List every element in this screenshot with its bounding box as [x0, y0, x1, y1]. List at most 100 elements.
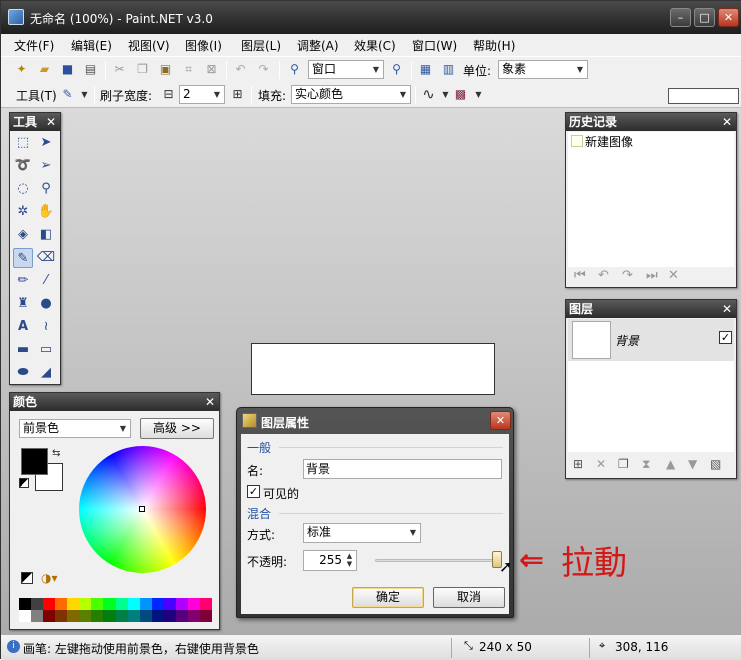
color-picker-icon[interactable]: ⁄ [36, 271, 56, 291]
move-layer-down-icon[interactable]: ▼ [688, 457, 697, 471]
menu-edit[interactable]: 编辑(E) [71, 37, 112, 54]
clone-stamp-icon[interactable]: ♜ [13, 294, 33, 314]
ok-button[interactable]: 确定 [352, 587, 424, 608]
palette-swatch[interactable] [139, 598, 152, 610]
advanced-colors-button[interactable]: 高级 >> [140, 418, 214, 439]
duplicate-layer-icon[interactable]: ❐ [618, 457, 629, 471]
paste-icon[interactable]: ▣ [157, 61, 174, 78]
opacity-spinner-icon[interactable]: ▲ ▼ [344, 552, 355, 569]
add-to-palette-icon[interactable] [21, 572, 33, 584]
close-icon[interactable]: ✕ [46, 113, 56, 131]
paintbrush-icon[interactable]: ✎ [13, 248, 33, 268]
magic-wand-icon[interactable]: ✲ [13, 202, 33, 222]
palette-swatch[interactable] [79, 610, 92, 622]
history-item[interactable]: 新建图像 [571, 133, 633, 149]
palette-swatch[interactable] [127, 610, 140, 622]
undo-icon[interactable]: ↶ [598, 268, 609, 283]
palette-swatch[interactable] [151, 610, 164, 622]
pencil-icon[interactable]: ✏ [13, 271, 33, 291]
palette-swatch[interactable] [67, 598, 80, 610]
tool-menu-label[interactable]: 工具(T) [16, 87, 57, 104]
palette-swatch[interactable] [175, 610, 188, 622]
palette-swatch[interactable] [163, 610, 176, 622]
paintbrush-icon[interactable]: ✎ [59, 86, 76, 103]
gradient-icon[interactable]: ◧ [36, 225, 56, 245]
palette-swatch[interactable] [43, 610, 56, 622]
palette-swatch[interactable] [199, 598, 212, 610]
palette-swatch[interactable] [151, 598, 164, 610]
ruler-icon[interactable]: ▥ [440, 61, 457, 78]
maximize-button[interactable]: □ [694, 8, 715, 27]
move-layer-up-icon[interactable]: ▲ [666, 457, 675, 471]
brush-width-increase-button[interactable]: ⊞ [229, 86, 246, 103]
print-icon[interactable]: ▤ [82, 61, 99, 78]
menu-effects[interactable]: 效果(C) [354, 37, 396, 54]
crop-icon[interactable]: ⌗ [180, 61, 197, 78]
toolbar-text-field[interactable] [668, 88, 739, 104]
freeform-shape-icon[interactable]: ◢ [36, 363, 56, 383]
palette-swatch[interactable] [91, 610, 104, 622]
redo-icon[interactable]: ↷ [622, 268, 633, 283]
palette-swatch[interactable] [103, 598, 116, 610]
chevron-down-icon[interactable]: ▼ [470, 86, 487, 103]
grid-icon[interactable]: ▦ [417, 61, 434, 78]
eraser-icon[interactable]: ⌫ [36, 248, 56, 268]
move-selection-icon[interactable]: ➤ [36, 133, 56, 153]
add-layer-icon[interactable]: ⊞ [573, 457, 583, 471]
rectangle-select-icon[interactable]: ⬚ [13, 133, 33, 153]
image-canvas[interactable] [251, 343, 495, 395]
menu-help[interactable]: 帮助(H) [473, 37, 515, 54]
palette-swatch[interactable] [115, 610, 128, 622]
palette-swatch[interactable] [163, 598, 176, 610]
color-wheel-marker[interactable] [139, 506, 145, 512]
visible-checkbox[interactable]: ✓ [247, 485, 260, 498]
undo-icon[interactable]: ↶ [232, 61, 249, 78]
pan-hand-icon[interactable]: ✋ [36, 202, 56, 222]
palette-swatch[interactable] [139, 610, 152, 622]
rectangle-icon[interactable]: ▬ [13, 340, 33, 360]
dialog-close-button[interactable]: ✕ [490, 411, 511, 430]
palette-swatch[interactable] [55, 610, 68, 622]
palette-swatch[interactable] [91, 598, 104, 610]
deselect-icon[interactable]: ⊠ [203, 61, 220, 78]
palette-swatch[interactable] [43, 598, 56, 610]
title-bar[interactable]: 无命名 (100%) - Paint.NET v3.0 – □ ✕ [1, 1, 741, 34]
ellipse-select-icon[interactable]: ◌ [13, 179, 33, 199]
move-selected-icon[interactable]: ➢ [36, 156, 56, 176]
menu-window[interactable]: 窗口(W) [412, 37, 457, 54]
palette-swatch[interactable] [103, 610, 116, 622]
delete-history-icon[interactable]: ✕ [668, 268, 679, 283]
palette-swatch[interactable] [79, 598, 92, 610]
layer-row[interactable]: 背景 ✓ [568, 319, 734, 361]
menu-layers[interactable]: 图层(L) [241, 37, 281, 54]
palette-swatch[interactable] [19, 598, 32, 610]
palette-swatch[interactable] [199, 610, 212, 622]
new-file-icon[interactable]: ✦ [13, 61, 30, 78]
redo-icon[interactable]: ↷ [255, 61, 272, 78]
ellipse-icon[interactable]: ⬬ [13, 363, 33, 383]
fast-forward-icon[interactable]: ⏭ [646, 268, 658, 283]
minimize-button[interactable]: – [670, 8, 691, 27]
close-window-button[interactable]: ✕ [718, 8, 739, 27]
zoom-out-icon[interactable]: ⚲ [286, 61, 303, 78]
colors-panel-header[interactable]: 颜色 ✕ [10, 393, 219, 411]
zoom-combo[interactable]: 窗口 ▼ [308, 60, 384, 79]
primary-color-swatch[interactable] [21, 448, 48, 475]
antialiasing-icon[interactable]: ∿ [420, 86, 437, 103]
palette-swatch[interactable] [187, 610, 200, 622]
delete-layer-icon[interactable]: ✕ [596, 457, 606, 471]
close-icon[interactable]: ✕ [722, 300, 732, 318]
palette-swatch[interactable] [115, 598, 128, 610]
palette-swatch[interactable] [175, 598, 188, 610]
layer-properties-icon[interactable]: ▧ [710, 457, 721, 471]
opacity-slider-track[interactable] [375, 559, 502, 562]
palette-swatch[interactable] [67, 610, 80, 622]
recolor-icon[interactable]: ● [36, 294, 56, 314]
menu-adjustments[interactable]: 调整(A) [297, 37, 339, 54]
color-target-combo[interactable]: 前景色 ▼ [19, 419, 131, 438]
blend-mode-combo[interactable]: 标准 ▼ [303, 523, 421, 543]
line-curve-icon[interactable]: ≀ [36, 317, 56, 337]
save-icon[interactable]: ■ [59, 61, 76, 78]
rounded-rectangle-icon[interactable]: ▭ [36, 340, 56, 360]
open-folder-icon[interactable]: ▰ [36, 61, 53, 78]
